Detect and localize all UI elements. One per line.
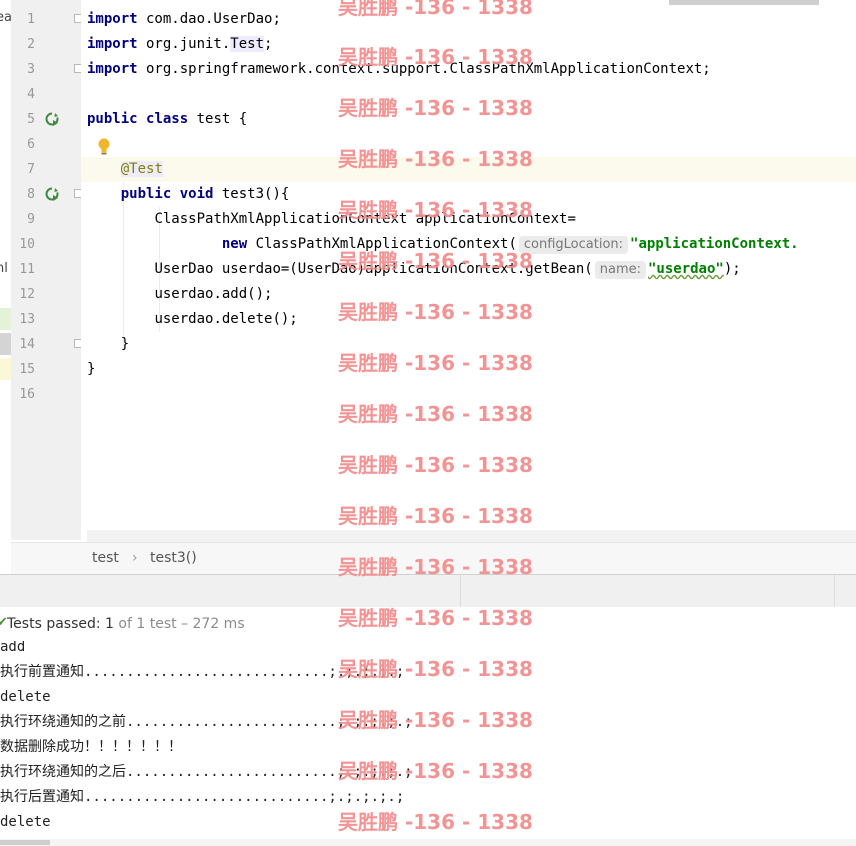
line-number: 11 [19, 262, 35, 277]
line-number: 4 [27, 87, 35, 102]
code-line-10: new ClassPathXmlApplicationContext(confi… [221, 236, 799, 254]
parameter-hint: name: [594, 261, 646, 279]
line-number: 8 [27, 187, 35, 202]
editor-gutter: 1 2 3 4 5 6 7 8 9 10 11 12 13 14 15 16 [11, 0, 83, 540]
code-editor[interactable]: import com.dao.UserDao; import org.junit… [81, 0, 856, 530]
lightbulb-icon[interactable] [97, 138, 111, 156]
console-horizontal-scrollbar[interactable] [0, 839, 856, 846]
line-number: 16 [19, 387, 35, 402]
console-output[interactable]: add 执行前置通知.............................;… [0, 641, 856, 839]
line-number: 12 [19, 287, 35, 302]
toolbar-divider [460, 575, 461, 607]
code-line-13: userdao.delete(); [154, 311, 298, 327]
line-number: 3 [27, 62, 35, 77]
code-line-11: UserDao userdao=(UserDao)applicationCont… [154, 261, 741, 279]
code-line-15: } [87, 361, 96, 377]
breadcrumb-separator: › [132, 550, 138, 566]
console-line: delete [0, 814, 51, 830]
console-line: add [0, 641, 26, 655]
breadcrumb-method[interactable]: test3() [150, 550, 197, 566]
code-line-3: import org.springframework.context.suppo… [87, 61, 711, 77]
panel-selection [0, 333, 11, 355]
editor-horizontal-scrollbar[interactable] [87, 530, 856, 542]
console-line: 执行环绕通知的之后.........................;.;.;.… [0, 764, 413, 780]
run-panel-toolbar [0, 574, 856, 608]
breadcrumb: test › test3() [11, 542, 856, 575]
test-result-summary: Tests passed: 1 of 1 test – 272 ms [7, 616, 245, 632]
code-line-14: } [120, 336, 130, 352]
line-number: 9 [27, 212, 35, 227]
code-line-7: @Test [120, 161, 163, 177]
line-number: 15 [19, 362, 35, 377]
line-number: 10 [19, 237, 35, 252]
console-line: 执行环绕通知的之前.........................;.;.;.… [0, 714, 413, 730]
line-number: 13 [19, 312, 35, 327]
line-number: 1 [27, 12, 35, 27]
project-panel-fragment: nl [0, 261, 8, 276]
console-line: 执行前置通知.............................;.;.;… [0, 664, 405, 680]
console-line: 执行后置通知.............................;.;.;… [0, 789, 405, 805]
code-line-5: public class test { [87, 111, 248, 127]
code-line-2: import org.junit.Test; [87, 36, 273, 52]
line-number: 2 [27, 37, 35, 52]
caret-line-highlight [81, 157, 856, 182]
console-line: delete [0, 689, 51, 705]
code-line-12: userdao.add(); [154, 286, 273, 302]
project-panel-edge: ea nl [0, 0, 11, 410]
panel-highlight [0, 308, 11, 330]
line-number: 7 [27, 162, 35, 177]
run-test-icon[interactable] [45, 187, 59, 201]
project-panel-fragment: ea [0, 10, 11, 25]
line-number: 5 [27, 112, 35, 127]
breadcrumb-class[interactable]: test [92, 550, 119, 566]
parameter-hint: configLocation: [518, 236, 629, 254]
console-line: 数据删除成功！！！！！！！ [0, 739, 182, 755]
scroll-thumb[interactable] [0, 840, 50, 845]
line-number: 6 [27, 137, 35, 152]
toolbar-divider [834, 575, 835, 607]
line-number: 14 [19, 337, 35, 352]
run-test-icon[interactable] [45, 112, 59, 126]
editor-scroll-thumb[interactable] [669, 0, 819, 5]
test-status-bar: ✔ Tests passed: 1 of 1 test – 272 ms [0, 607, 856, 642]
code-line-8: public void test3(){ [120, 186, 290, 202]
panel-highlight [0, 358, 11, 380]
code-line-9: ClassPathXmlApplicationContext applicati… [154, 211, 576, 227]
code-line-1: import com.dao.UserDao; [87, 11, 281, 27]
